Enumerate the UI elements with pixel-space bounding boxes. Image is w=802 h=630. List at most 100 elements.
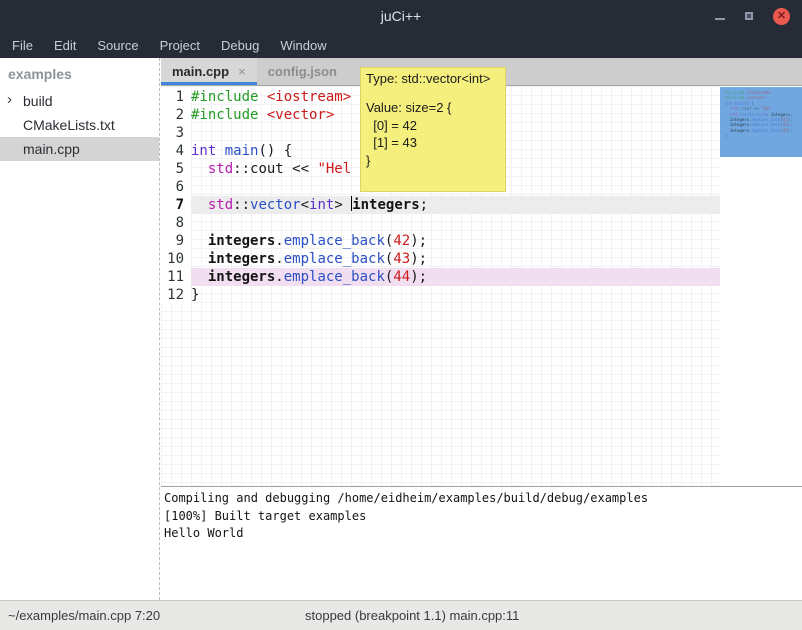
minimap-token: "Hel — [761, 106, 771, 111]
code-token: emplace_back — [284, 269, 385, 285]
minimap-token: integers — [730, 122, 749, 127]
code-line-12[interactable]: 12} — [161, 286, 720, 304]
minimap-token: std — [730, 106, 737, 111]
gutter-line-number[interactable]: 3 — [161, 124, 191, 142]
code-line-8[interactable]: 8 — [161, 214, 720, 232]
titlebar[interactable]: juCi++ ✕ — [0, 0, 802, 32]
code-token: int — [309, 197, 334, 213]
code-token: . — [275, 233, 283, 249]
menu-debug[interactable]: Debug — [218, 36, 262, 55]
code-text-current[interactable]: std::vector<int> integers; — [191, 196, 720, 214]
terminal-line: Compiling and debugging /home/eidheim/ex… — [164, 490, 802, 508]
gutter-line-number[interactable]: 9 — [161, 232, 191, 250]
code-token — [191, 197, 208, 213]
restore-icon[interactable] — [745, 12, 753, 20]
status-debug-state: stopped (breakpoint 1.1) main.cpp:11 — [305, 608, 519, 623]
gutter-line-number[interactable]: 10 — [161, 250, 191, 268]
minimap-token: emplace_back — [752, 117, 781, 122]
code-token: emplace_back — [284, 233, 385, 249]
tab-main-cpp[interactable]: main.cpp × — [161, 58, 257, 85]
gutter-line-number[interactable]: 5 — [161, 160, 191, 178]
code-token: ); — [410, 269, 427, 285]
code-line-9[interactable]: 9 integers.emplace_back(42); — [161, 232, 720, 250]
minimap-token: vector — [742, 112, 756, 117]
terminal-line: [100%] Built target examples — [164, 508, 802, 526]
tab-label: config.json — [268, 64, 337, 79]
code-text[interactable]: integers.emplace_back(42); — [191, 232, 720, 250]
code-token: <vector> — [267, 107, 334, 123]
menu-edit[interactable]: Edit — [51, 36, 79, 55]
gutter-line-number[interactable]: 8 — [161, 214, 191, 232]
minimap-token: } — [725, 133, 727, 138]
gutter-line-number[interactable]: 12 — [161, 286, 191, 304]
code-token: int — [191, 143, 216, 159]
tree-item-build[interactable]: › build — [0, 89, 159, 113]
code-token: integers — [352, 197, 419, 213]
minimap-token: main — [735, 101, 745, 106]
minimap-line: } — [725, 133, 802, 138]
tree-item-cmakelists-txt[interactable]: CMakeLists.txt — [0, 113, 159, 137]
code-line-7[interactable]: 7 std::vector<int> integers; — [161, 196, 720, 214]
gutter-line-number[interactable]: 6 — [161, 178, 191, 196]
code-token: vector — [250, 197, 301, 213]
tree-item-main-cpp[interactable]: main.cpp — [0, 137, 159, 161]
minimap-token: integers — [771, 112, 790, 117]
code-token: ; — [420, 197, 428, 213]
gutter-line-number[interactable]: 1 — [161, 88, 191, 106]
gutter-line-number[interactable]: 2 — [161, 106, 191, 124]
code-token: "Hel — [317, 161, 351, 177]
file-tree-sidebar[interactable]: examples ›buildCMakeLists.txtmain.cpp — [0, 58, 160, 600]
minimap-token: emplace_back — [752, 122, 781, 127]
menu-source[interactable]: Source — [94, 36, 141, 55]
code-text[interactable]: integers.emplace_back(43); — [191, 250, 720, 268]
minimap-token: emplace_back — [752, 128, 781, 133]
code-token: integers — [208, 233, 275, 249]
code-text[interactable]: } — [191, 286, 720, 304]
tab-config-json[interactable]: config.json — [257, 58, 348, 85]
menu-project[interactable]: Project — [157, 36, 203, 55]
status-bar: ~/examples/main.cpp 7:20 stopped (breakp… — [0, 600, 802, 630]
tab-label: main.cpp — [172, 64, 229, 79]
code-token: . — [275, 269, 283, 285]
code-token: integers — [208, 251, 275, 267]
window-title: juCi++ — [381, 8, 421, 24]
code-token: #include — [191, 107, 267, 123]
minimap-token: ; — [790, 112, 792, 117]
menu-window[interactable]: Window — [277, 36, 329, 55]
minimap-token: <iostream> — [747, 90, 771, 95]
minimap-viewport[interactable]: #include <iostream>#include <vector>int … — [720, 87, 802, 157]
gutter-line-number[interactable]: 7 — [161, 196, 191, 214]
juci-window: juCi++ ✕ File Edit Source Project Debug Windo… — [0, 0, 802, 630]
minimap[interactable]: #include <iostream>#include <vector>int … — [720, 86, 802, 486]
menu-file[interactable]: File — [9, 36, 36, 55]
code-token: std — [208, 161, 233, 177]
terminal-output[interactable]: Compiling and debugging /home/eidheim/ex… — [161, 486, 802, 600]
close-icon[interactable]: ✕ — [773, 8, 790, 25]
code-token — [191, 251, 208, 267]
minimap-token: () { — [744, 101, 754, 106]
tooltip-value-block: Value: size=2 { [0] = 42 [1] = 43 } — [366, 99, 500, 169]
tree-item-label: build — [23, 93, 53, 109]
code-line-10[interactable]: 10 integers.emplace_back(43); — [161, 250, 720, 268]
minimap-token: <vector> — [747, 95, 766, 100]
tab-close-icon[interactable]: × — [238, 64, 246, 79]
code-token: emplace_back — [284, 251, 385, 267]
code-text[interactable] — [191, 214, 720, 232]
code-token: . — [275, 251, 283, 267]
gutter-line-number[interactable]: 11 — [161, 268, 191, 286]
tree-item-label: CMakeLists.txt — [23, 117, 115, 133]
minimize-icon[interactable] — [715, 18, 725, 20]
debug-value-tooltip: Type: std::vector<int> Value: size=2 { [… — [360, 67, 506, 192]
terminal-line: Hello World — [164, 525, 802, 543]
code-line-11[interactable]: 11 integers.emplace_back(44); — [161, 268, 720, 286]
minimap-token: #include — [725, 95, 747, 100]
code-token — [191, 161, 208, 177]
code-token: ); — [410, 251, 427, 267]
chevron-right-icon[interactable]: › — [7, 91, 12, 108]
gutter-line-number[interactable]: 4 — [161, 142, 191, 160]
tooltip-type-line: Type: std::vector<int> — [366, 71, 500, 86]
status-file-location: ~/examples/main.cpp 7:20 — [8, 608, 160, 623]
code-text-breakpoint[interactable]: integers.emplace_back(44); — [191, 268, 720, 286]
minimap-token: integers — [730, 117, 749, 122]
code-token: > — [334, 197, 351, 213]
